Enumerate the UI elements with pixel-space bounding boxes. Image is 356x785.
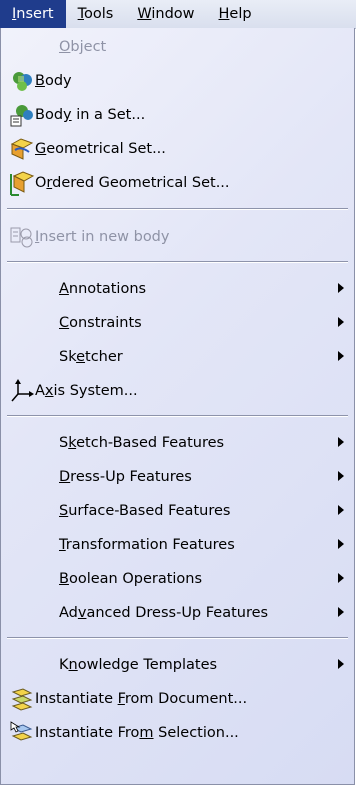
menu-item-dress-up-features[interactable]: Dress-Up Features (1, 460, 354, 494)
menu-item-instantiate-from-document[interactable]: Instantiate From Document... (1, 682, 354, 716)
submenu-arrow-icon (338, 505, 344, 515)
menu-item-object: Object (1, 30, 354, 64)
menu-separator (7, 208, 348, 210)
menu-item-advanced-dress-up-features[interactable]: Advanced Dress-Up Features (1, 596, 354, 630)
menu-tools[interactable]: Tools (66, 0, 126, 28)
submenu-arrow-icon (338, 573, 344, 583)
body-icon (13, 72, 32, 91)
menu-item-label: Object (59, 39, 107, 55)
menu-help[interactable]: Help (207, 0, 264, 28)
menu-item-boolean-operations[interactable]: Boolean Operations (1, 562, 354, 596)
geometrical-set-icon (10, 138, 34, 160)
menu-insert[interactable]: Insert (0, 0, 66, 28)
menu-item-label: Constraints (59, 315, 142, 331)
menu-item-label: Knowledge Templates (59, 657, 218, 673)
menu-item-label: Geometrical Set... (35, 141, 166, 157)
menu-item-label: Instantiate From Selection... (35, 725, 239, 741)
menu-item-ordered-geometrical-set[interactable]: Ordered Geometrical Set... (1, 166, 354, 200)
menu-item-sketcher[interactable]: Sketcher (1, 340, 354, 374)
menu-item-label: Instantiate From Document... (35, 691, 248, 707)
menu-item-axis-system[interactable]: Axis System... (1, 374, 354, 408)
menu-item-label: Body (35, 73, 72, 89)
menu-item-label: Axis System... (35, 383, 138, 399)
menu-item-label: Insert in new body (35, 229, 170, 245)
submenu-arrow-icon (338, 437, 344, 447)
menu-bar: Insert Tools Window Help (0, 0, 356, 29)
ordered-geometrical-set-icon (10, 171, 35, 196)
menu-item-instantiate-from-selection[interactable]: Instantiate From Selection... (1, 716, 354, 750)
submenu-arrow-icon (338, 471, 344, 481)
menu-item-label: Surface-Based Features (59, 503, 231, 519)
instantiate-document-icon (11, 688, 33, 711)
menu-item-label: Transformation Features (59, 537, 235, 553)
menu-item-insert-in-new-body: Insert in new body (1, 220, 354, 254)
menu-item-annotations[interactable]: Annotations (1, 272, 354, 306)
menu-item-sketch-based-features[interactable]: Sketch-Based Features (1, 426, 354, 460)
submenu-arrow-icon (338, 539, 344, 549)
menu-item-label: Annotations (59, 281, 147, 297)
instantiate-selection-icon (10, 721, 33, 741)
submenu-arrow-icon (338, 283, 344, 293)
submenu-arrow-icon (338, 351, 344, 361)
body-in-set-icon (10, 105, 33, 127)
submenu-arrow-icon (338, 659, 344, 669)
menu-item-label: Sketcher (59, 349, 123, 365)
menu-item-body-in-a-set[interactable]: Body in a Set... (1, 98, 354, 132)
menu-item-label: Ordered Geometrical Set... (35, 175, 230, 191)
menu-separator (7, 637, 348, 639)
axis-system-icon (11, 379, 34, 402)
menu-item-label: Body in a Set... (35, 107, 146, 123)
menu-item-geometrical-set[interactable]: Geometrical Set... (1, 132, 354, 166)
menu-item-surface-based-features[interactable]: Surface-Based Features (1, 494, 354, 528)
menu-item-label: Dress-Up Features (59, 469, 192, 485)
insert-dropdown-menu: Object Body Body in a Set... Geometrical… (0, 28, 355, 785)
menu-item-transformation-features[interactable]: Transformation Features (1, 528, 354, 562)
menu-item-knowledge-templates[interactable]: Knowledge Templates (1, 648, 354, 682)
menu-item-label: Sketch-Based Features (59, 435, 225, 451)
menu-item-body[interactable]: Body (1, 64, 354, 98)
submenu-arrow-icon (338, 607, 344, 617)
menu-window[interactable]: Window (125, 0, 206, 28)
menu-item-label: Boolean Operations (59, 571, 203, 587)
menu-separator (7, 261, 348, 263)
menu-separator (7, 415, 348, 417)
menu-item-label: Advanced Dress-Up Features (59, 605, 269, 621)
insert-new-body-icon (10, 227, 33, 248)
menu-item-constraints[interactable]: Constraints (1, 306, 354, 340)
submenu-arrow-icon (338, 317, 344, 327)
